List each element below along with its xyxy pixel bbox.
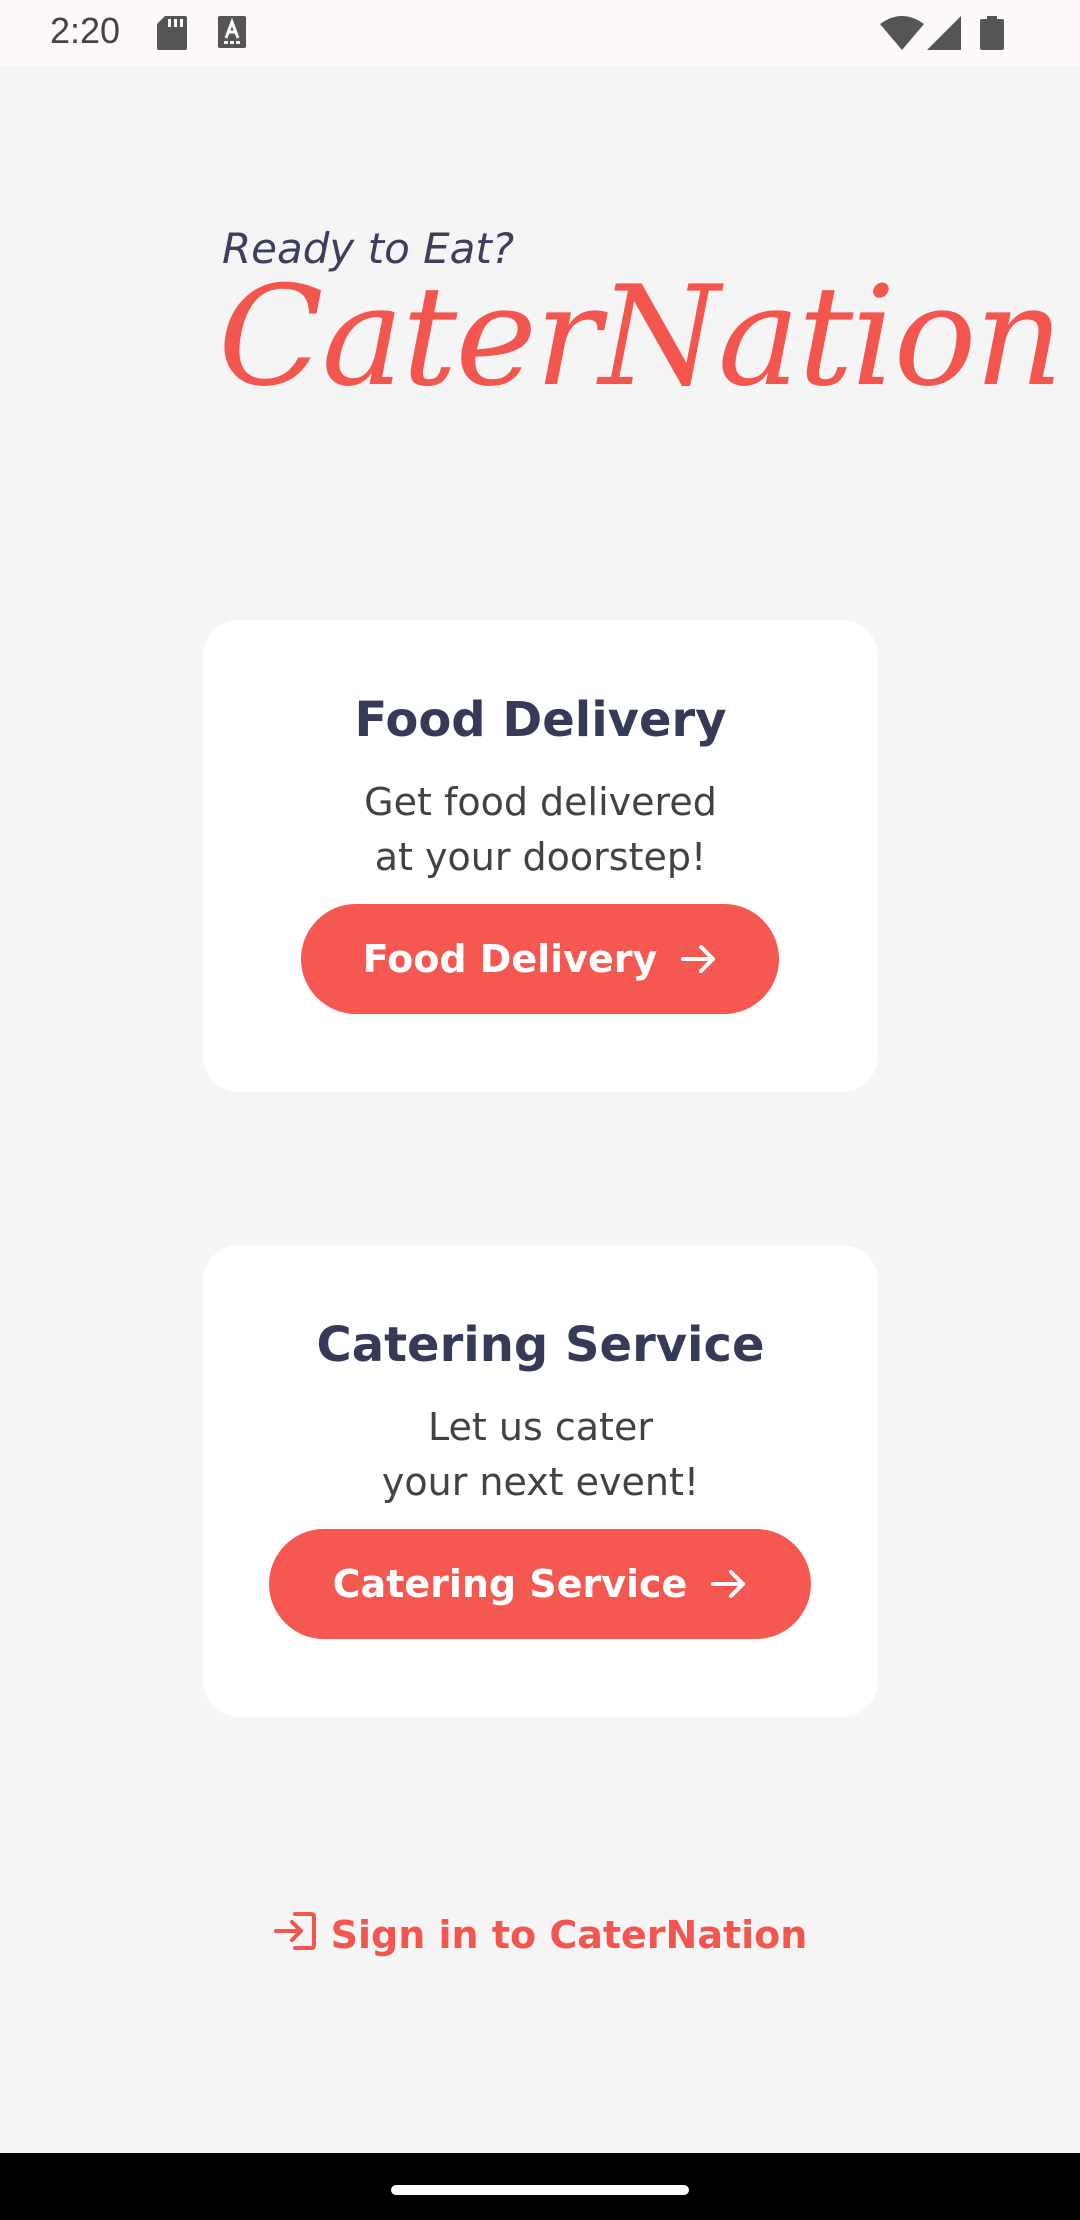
card-title: Catering Service [316,1317,765,1373]
sign-in-link[interactable]: Sign in to CaterNation [0,1900,1080,1970]
arrow-right-icon [681,944,717,974]
login-icon [273,1911,317,1960]
sign-in-label: Sign in to CaterNation [330,1913,808,1957]
status-time: 2:20 [50,10,121,51]
home-indicator[interactable] [391,2185,689,2195]
catering-service-button[interactable]: Catering Service [269,1529,811,1639]
button-label: Food Delivery [362,937,658,981]
card-description-line: Let us cater [428,1405,653,1449]
brand-logo: CaterNation [218,256,1064,417]
card-title: Food Delivery [354,692,727,748]
card-description: Let us cater your next event! [203,1400,878,1510]
card-description: Get food delivered at your doorstep! [203,775,878,885]
food-delivery-button[interactable]: Food Delivery [301,904,779,1014]
welcome-screen: 2:20 Ready to Eat? CaterNation Food Deli… [0,0,1080,2220]
button-label: Catering Service [332,1562,688,1606]
card-description-line: Get food delivered [364,780,717,824]
arrow-right-icon [711,1569,747,1599]
wifi-icon [880,16,924,54]
card-description-line: your next event! [381,1460,700,1504]
battery-icon [980,16,1004,54]
catering-service-card: Catering Service Let us cater your next … [203,1245,878,1717]
navigation-bar [0,2153,1080,2220]
food-delivery-card: Food Delivery Get food delivered at your… [203,620,878,1092]
status-bar: 2:20 [0,0,1080,66]
keyboard-a-icon [218,16,246,52]
card-description-line: at your doorstep! [374,835,707,879]
sd-card-icon [157,16,187,54]
signal-icon [927,16,961,54]
